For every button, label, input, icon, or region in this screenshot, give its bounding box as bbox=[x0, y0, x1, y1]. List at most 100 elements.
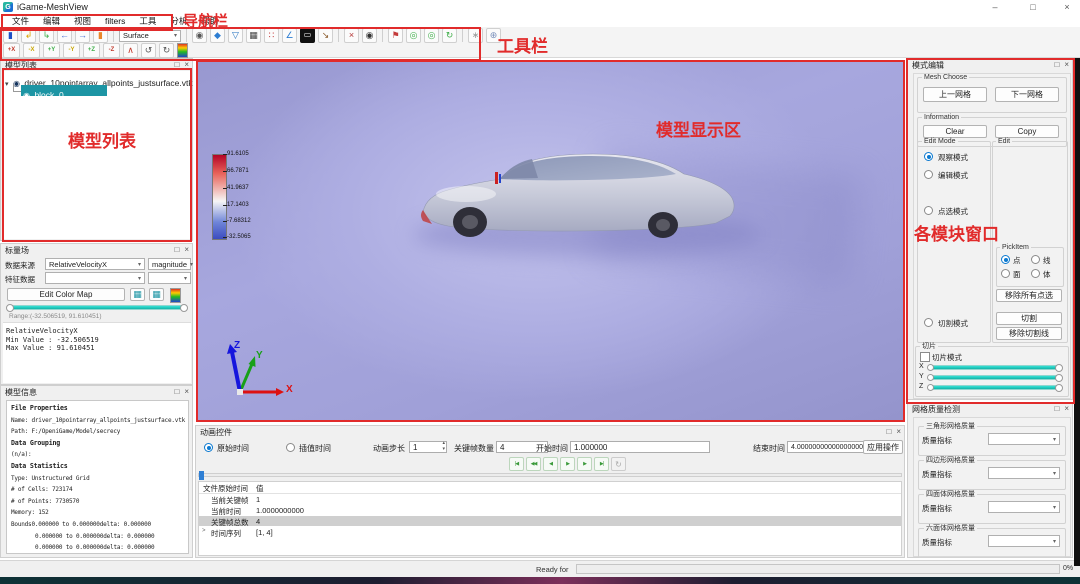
clear-button[interactable]: Clear bbox=[923, 125, 987, 138]
pick-volume-radio[interactable] bbox=[1031, 269, 1040, 278]
table-row[interactable]: > 时间序列 [1, 4] bbox=[199, 527, 901, 537]
colormap-preset-icon[interactable]: ▦ bbox=[130, 288, 145, 301]
graph-icon[interactable]: ∗ bbox=[468, 28, 483, 43]
colormap-preview-icon[interactable] bbox=[170, 288, 181, 303]
tree-expander-icon[interactable]: ▾ bbox=[5, 81, 9, 88]
slice-mode-checkbox[interactable] bbox=[920, 352, 930, 362]
slider-handle[interactable] bbox=[1055, 384, 1063, 392]
float-panel-icon[interactable]: □ bbox=[174, 387, 179, 397]
loop-button[interactable]: ↻ bbox=[611, 457, 626, 471]
view-plus-y-icon[interactable]: +Y bbox=[43, 43, 60, 58]
undo-icon[interactable]: ← bbox=[57, 28, 72, 43]
visibility-icon[interactable]: ◉ bbox=[192, 28, 207, 43]
cell-filter-icon[interactable]: ▦ bbox=[246, 28, 261, 43]
screen-icon[interactable]: ▭ bbox=[300, 28, 315, 43]
measure-icon[interactable]: ∠ bbox=[282, 28, 297, 43]
representation-select[interactable]: Surface ▾ bbox=[119, 30, 181, 42]
sphere-icon[interactable]: ⊕ bbox=[486, 28, 501, 43]
table-row[interactable]: 当前时间 1.0000000000 bbox=[199, 505, 901, 515]
float-panel-icon[interactable]: □ bbox=[174, 245, 179, 255]
close-button[interactable]: × bbox=[1060, 1, 1074, 13]
gear-icon[interactable]: ◎ bbox=[406, 28, 421, 43]
close-panel-icon[interactable]: × bbox=[896, 427, 901, 437]
menu-file[interactable]: 文件 bbox=[5, 15, 36, 27]
cut-mode-radio[interactable] bbox=[924, 318, 933, 327]
prev-key-button[interactable]: ◀◀ bbox=[526, 457, 541, 471]
viewport-3d[interactable]: 91.6105 66.7871 41.9637 17.1403 -7.68312… bbox=[196, 60, 905, 422]
hex-quality-select[interactable]: ▾ bbox=[988, 535, 1060, 547]
pick-point-radio[interactable] bbox=[1001, 255, 1010, 264]
pick-face-radio[interactable] bbox=[1001, 269, 1010, 278]
rotate-axis-icon[interactable]: ∧ bbox=[123, 43, 138, 58]
menu-tools[interactable]: 工具 bbox=[132, 15, 163, 27]
component-select[interactable]: magnitude ▾ bbox=[148, 258, 191, 270]
edit-colormap-button[interactable]: Edit Color Map bbox=[7, 288, 125, 301]
table-row[interactable]: 当前关键帧 1 bbox=[199, 494, 901, 504]
timeline-handle[interactable] bbox=[199, 471, 204, 480]
minimize-button[interactable]: – bbox=[988, 1, 1002, 13]
data-source-select[interactable]: RelativeVelocityX ▾ bbox=[45, 258, 145, 270]
save-icon[interactable]: ▮ bbox=[3, 28, 18, 43]
slice-z-slider[interactable] bbox=[928, 385, 1062, 390]
apply-button[interactable]: 应用操作 bbox=[863, 440, 903, 454]
redo-icon[interactable]: → bbox=[75, 28, 90, 43]
import-icon[interactable]: ↲ bbox=[21, 28, 36, 43]
start-time-input[interactable]: 1.000000 bbox=[570, 441, 710, 453]
range-max-handle[interactable] bbox=[180, 304, 188, 312]
step-spinbox[interactable]: 1 ▴ ▾ bbox=[409, 441, 447, 453]
next-frame-button[interactable]: ▶ bbox=[577, 457, 592, 471]
tree-child-row[interactable]: ◉ block_0 bbox=[21, 85, 107, 96]
copy-button[interactable]: Copy bbox=[995, 125, 1059, 138]
gear2-icon[interactable]: ◎ bbox=[424, 28, 439, 43]
prev-mesh-button[interactable]: 上一网格 bbox=[923, 87, 987, 102]
remove-selection-icon[interactable]: × bbox=[344, 28, 359, 43]
tet-quality-select[interactable]: ▾ bbox=[988, 501, 1060, 513]
timeline-slider[interactable] bbox=[198, 473, 902, 477]
tree-root-row[interactable]: ▾ ◉ driver_10pointarray_allpoints_justsu… bbox=[5, 73, 193, 84]
close-panel-icon[interactable]: × bbox=[1064, 60, 1069, 70]
observe-mode-radio[interactable] bbox=[924, 152, 933, 161]
slice-x-slider[interactable] bbox=[928, 365, 1062, 370]
close-panel-icon[interactable]: × bbox=[184, 387, 189, 397]
slider-handle[interactable] bbox=[1055, 364, 1063, 372]
float-panel-icon[interactable]: □ bbox=[1054, 404, 1059, 414]
slider-handle[interactable] bbox=[927, 384, 934, 391]
close-panel-icon[interactable]: × bbox=[1064, 404, 1069, 414]
range-min-handle[interactable] bbox=[6, 304, 14, 312]
menu-filters[interactable]: filters bbox=[98, 16, 132, 26]
menu-help[interactable]: 帮助 bbox=[194, 15, 225, 27]
menu-edit[interactable]: 编辑 bbox=[36, 15, 67, 27]
cut-button[interactable]: 切割 bbox=[996, 312, 1062, 325]
colormap-invert-icon[interactable]: ▦ bbox=[149, 288, 164, 301]
flag-icon[interactable]: ⚑ bbox=[388, 28, 403, 43]
menu-analysis[interactable]: 分析 bbox=[163, 15, 194, 27]
colormap-icon[interactable] bbox=[177, 43, 188, 58]
interp-time-radio[interactable] bbox=[286, 443, 295, 452]
first-frame-button[interactable]: |◀ bbox=[509, 457, 524, 471]
float-panel-icon[interactable]: □ bbox=[886, 427, 891, 437]
tri-quality-select[interactable]: ▾ bbox=[988, 433, 1060, 445]
remove-cutline-button[interactable]: 移除切割线 bbox=[996, 327, 1062, 340]
maximize-button[interactable]: □ bbox=[1026, 1, 1040, 13]
probe-icon[interactable]: ↘ bbox=[318, 28, 333, 43]
rotate-ccw-90-icon[interactable]: ↺ bbox=[141, 43, 156, 58]
play-button[interactable]: ▶ bbox=[560, 457, 575, 471]
next-mesh-button[interactable]: 下一网格 bbox=[995, 87, 1059, 102]
view-plus-z-icon[interactable]: +Z bbox=[83, 43, 100, 58]
close-panel-icon[interactable]: × bbox=[184, 245, 189, 255]
pick-line-radio[interactable] bbox=[1031, 255, 1040, 264]
view-minus-x-icon[interactable]: -X bbox=[23, 43, 40, 58]
quad-quality-select[interactable]: ▾ bbox=[988, 467, 1060, 479]
slider-handle[interactable] bbox=[927, 364, 934, 371]
clip-filter-icon[interactable]: ▽ bbox=[228, 28, 243, 43]
export-icon[interactable]: ↳ bbox=[39, 28, 54, 43]
slice-y-slider[interactable] bbox=[928, 375, 1062, 380]
feature-component-select[interactable]: ▾ bbox=[148, 272, 191, 284]
spin-down-icon[interactable]: ▾ bbox=[442, 446, 445, 452]
feature-data-select[interactable]: ▾ bbox=[45, 272, 145, 284]
remove-all-picks-button[interactable]: 移除所有点选 bbox=[996, 289, 1062, 302]
original-time-radio[interactable] bbox=[204, 443, 213, 452]
slider-handle[interactable] bbox=[927, 374, 934, 381]
prev-frame-button[interactable]: ◀ bbox=[543, 457, 558, 471]
slider-handle[interactable] bbox=[1055, 374, 1063, 382]
